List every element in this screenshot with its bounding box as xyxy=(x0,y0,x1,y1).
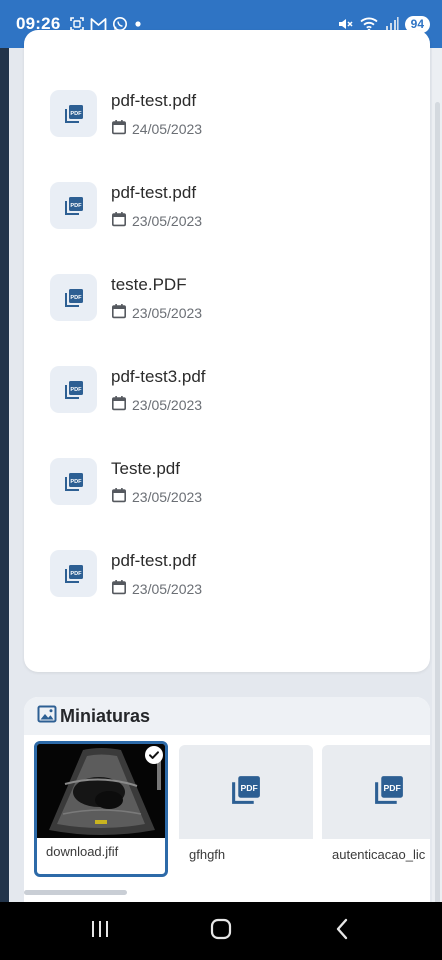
thumbnails-title: Miniaturas xyxy=(60,705,151,726)
file-name: teste.PDF xyxy=(111,275,187,294)
svg-text:PDF: PDF xyxy=(70,294,82,300)
files-list-card: PDF pdf-test.pdf 24/05/2023 PDF pdf-test… xyxy=(24,30,430,672)
file-date-text: 23/05/2023 xyxy=(132,580,203,597)
file-item[interactable]: PDF pdf-test3.pdf 23/05/2023 xyxy=(50,366,410,426)
file-item[interactable]: PDF pdf-test.pdf 23/05/2023 xyxy=(50,550,410,610)
file-name: pdf-test.pdf xyxy=(111,183,197,202)
recent-apps-button[interactable] xyxy=(76,907,124,955)
vertical-scrollbar[interactable] xyxy=(435,102,440,947)
thumbnail-item-selected[interactable]: download.jfif xyxy=(34,741,168,877)
thumbnail-caption: autenticacao_lic xyxy=(332,847,426,862)
file-date: 23/05/2023 xyxy=(111,579,202,598)
file-date: 23/05/2023 xyxy=(111,211,202,230)
file-date-text: 23/05/2023 xyxy=(132,212,203,229)
home-icon xyxy=(209,917,233,946)
pdf-file-icon: PDF xyxy=(50,274,97,321)
file-date-text: 24/05/2023 xyxy=(132,120,203,137)
pdf-file-icon: PDF xyxy=(50,366,97,413)
svg-text:PDF: PDF xyxy=(70,478,82,484)
thumbnail-preview: PDF xyxy=(179,745,313,839)
svg-text:PDF: PDF xyxy=(240,783,257,793)
svg-text:PDF: PDF xyxy=(383,783,400,793)
svg-text:PDF: PDF xyxy=(70,202,82,208)
calendar-icon xyxy=(111,119,127,138)
dot-icon xyxy=(133,19,143,29)
svg-text:PDF: PDF xyxy=(70,570,82,576)
thumbnails-header: Miniaturas xyxy=(24,697,430,735)
pdf-file-icon: PDF xyxy=(372,773,406,812)
pdf-file-icon: PDF xyxy=(50,90,97,137)
pdf-file-icon: PDF xyxy=(50,550,97,597)
thumbnail-preview: PDF xyxy=(322,745,430,839)
file-name: pdf-test3.pdf xyxy=(111,367,206,386)
file-item[interactable]: PDF teste.PDF 23/05/2023 xyxy=(50,274,410,334)
file-date-text: 23/05/2023 xyxy=(132,488,203,505)
image-icon xyxy=(36,703,58,730)
file-date: 24/05/2023 xyxy=(111,119,202,138)
thumbnails-row[interactable]: download.jfif PDF gfhgfh PDF autenticaca… xyxy=(24,735,430,902)
file-date-text: 23/05/2023 xyxy=(132,304,203,321)
back-icon xyxy=(332,917,352,946)
svg-text:PDF: PDF xyxy=(70,386,82,392)
file-date-text: 23/05/2023 xyxy=(132,396,203,413)
home-button[interactable] xyxy=(197,907,245,955)
file-item[interactable]: PDF Teste.pdf 23/05/2023 xyxy=(50,458,410,518)
scroll-track xyxy=(432,48,442,947)
calendar-icon xyxy=(111,395,127,414)
pdf-file-icon: PDF xyxy=(229,773,263,812)
pdf-file-icon: PDF xyxy=(50,182,97,229)
gmail-icon xyxy=(90,17,107,31)
recent-apps-icon xyxy=(89,919,111,944)
back-button[interactable] xyxy=(318,907,366,955)
file-item[interactable]: PDF pdf-test.pdf 23/05/2023 xyxy=(50,182,410,242)
file-name: pdf-test.pdf xyxy=(111,91,197,110)
horizontal-scrollbar[interactable] xyxy=(24,890,127,895)
file-date: 23/05/2023 xyxy=(111,303,202,322)
calendar-icon xyxy=(111,211,127,230)
svg-text:PDF: PDF xyxy=(70,110,82,116)
thumbnails-card: Miniaturas download.jfif PDF gfhgfh PDF … xyxy=(24,697,430,902)
calendar-icon xyxy=(111,487,127,506)
thumbnail-item[interactable]: PDF autenticacao_lic xyxy=(322,745,430,873)
drawer-edge xyxy=(0,48,9,902)
thumbnail-caption: gfhgfh xyxy=(189,847,226,862)
pdf-file-icon: PDF xyxy=(50,458,97,505)
file-item[interactable]: PDF pdf-test.pdf 24/05/2023 xyxy=(50,90,410,150)
calendar-icon xyxy=(111,303,127,322)
file-name: Teste.pdf xyxy=(111,459,180,478)
file-date: 23/05/2023 xyxy=(111,487,202,506)
navigation-bar xyxy=(0,902,442,960)
check-icon xyxy=(145,746,163,764)
file-date: 23/05/2023 xyxy=(111,395,202,414)
file-name: pdf-test.pdf xyxy=(111,551,197,570)
thumbnail-item[interactable]: PDF gfhgfh xyxy=(179,745,313,873)
calendar-icon xyxy=(111,579,127,598)
thumbnail-caption: download.jfif xyxy=(46,844,119,859)
